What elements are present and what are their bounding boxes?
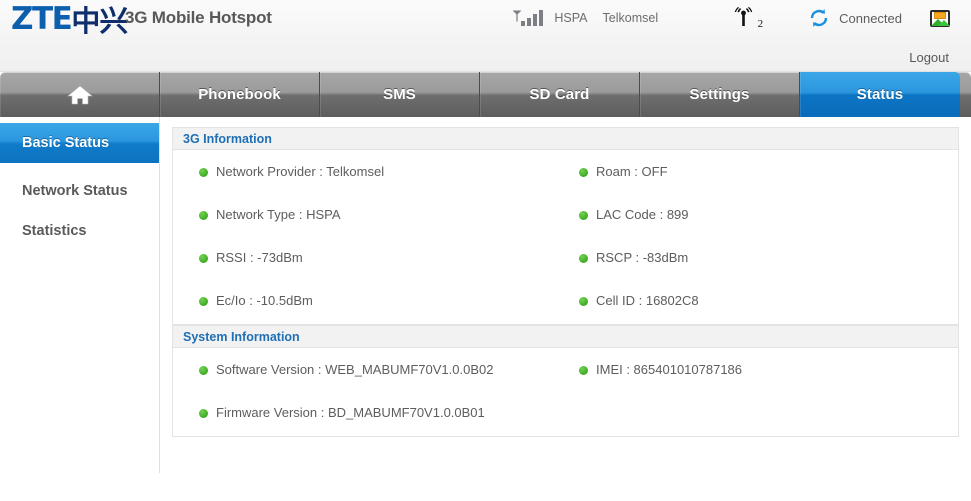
- logo-text-chinese: 中兴: [71, 4, 128, 38]
- connection-status-label: Connected: [839, 10, 902, 26]
- info-value: RSSI : -73dBm: [216, 250, 303, 265]
- status-bullet-icon: [579, 254, 588, 263]
- page-header: ZTE 中兴 3G Mobile Hotspot HSPA Telkomsel: [0, 0, 971, 72]
- info-software-version: Software Version : WEB_MABUMF70V1.0.0B02: [173, 362, 565, 405]
- tab-sdcard-label: SD Card: [529, 86, 590, 103]
- info-ecio: Ec/Io : -10.5dBm: [173, 293, 565, 314]
- sidebar-item-network-status[interactable]: Network Status: [0, 171, 159, 211]
- info-value: Network Type : HSPA: [216, 207, 341, 222]
- refresh-glyph: [810, 9, 828, 27]
- status-bullet-icon: [579, 297, 588, 306]
- info-row: Ec/Io : -10.5dBm Cell ID : 16802C8: [173, 293, 958, 314]
- sidebar-item-label: Statistics: [22, 223, 87, 239]
- page-body: Basic Status Network Status Statistics 3…: [0, 117, 971, 473]
- status-strip: HSPA Telkomsel 2 Connected: [512, 0, 971, 36]
- info-rssi: RSSI : -73dBm: [173, 250, 565, 293]
- status-bullet-icon: [199, 409, 208, 418]
- message-hill-right: [938, 19, 950, 26]
- tab-home[interactable]: [0, 72, 160, 117]
- panel-system-information: System Information Software Version : WE…: [172, 325, 959, 437]
- main-nav: Phonebook SMS SD Card Settings Status: [0, 72, 971, 117]
- tab-phonebook[interactable]: Phonebook: [160, 72, 320, 117]
- page-title: 3G Mobile Hotspot: [125, 8, 272, 27]
- info-imei: IMEI : 865401010787186: [565, 362, 958, 405]
- status-bullet-icon: [579, 211, 588, 220]
- panel-system-body: Software Version : WEB_MABUMF70V1.0.0B02…: [173, 348, 958, 436]
- sidebar-item-basic-status[interactable]: Basic Status: [0, 123, 159, 163]
- signal-bar-4: [539, 10, 544, 26]
- status-bullet-icon: [199, 366, 208, 375]
- info-empty: [565, 405, 958, 426]
- logout-button[interactable]: Logout: [909, 50, 949, 65]
- panel-3g-title: 3G Information: [183, 131, 272, 146]
- tab-status-label: Status: [856, 86, 904, 103]
- operator-label: Telkomsel: [602, 11, 659, 25]
- status-bullet-icon: [199, 254, 208, 263]
- info-value: IMEI : 865401010787186: [596, 362, 743, 377]
- panel-3g-body: Network Provider : Telkomsel Roam : OFF …: [173, 150, 958, 324]
- tab-settings-label: Settings: [689, 86, 750, 103]
- tab-sdcard[interactable]: SD Card: [480, 72, 640, 117]
- status-bullet-icon: [199, 211, 208, 220]
- info-row: RSSI : -73dBm RSCP : -83dBm: [173, 250, 958, 293]
- status-bullet-icon: [199, 297, 208, 306]
- sidebar-item-label: Network Status: [22, 183, 128, 199]
- tab-sms[interactable]: SMS: [320, 72, 480, 117]
- info-value: Firmware Version : BD_MABUMF70V1.0.0B01: [216, 405, 485, 420]
- panel-system-header: System Information: [173, 326, 958, 348]
- access-point-icon: 2: [732, 6, 764, 30]
- zte-logo: ZTE 中兴: [11, 1, 128, 38]
- panel-3g-information: 3G Information Network Provider : Telkom…: [172, 127, 959, 325]
- message-icon[interactable]: [930, 9, 950, 27]
- sidebar: Basic Status Network Status Statistics: [0, 117, 160, 473]
- info-firmware-version: Firmware Version : BD_MABUMF70V1.0.0B01: [173, 405, 565, 426]
- logo-text-zte: ZTE: [11, 1, 73, 37]
- signal-bar-1: [521, 21, 526, 26]
- info-value: Cell ID : 16802C8: [596, 293, 699, 308]
- status-bullet-icon: [579, 168, 588, 177]
- info-value: LAC Code : 899: [596, 207, 689, 222]
- status-bullet-icon: [199, 168, 208, 177]
- status-bullet-icon: [579, 366, 588, 375]
- signal-bar-2: [527, 18, 532, 26]
- access-point-glyph: [734, 6, 753, 26]
- message-envelope: [934, 11, 946, 19]
- home-icon: [66, 85, 93, 104]
- tab-sms-label: SMS: [383, 86, 416, 103]
- info-cell-id: Cell ID : 16802C8: [565, 293, 958, 314]
- info-value: RSCP : -83dBm: [596, 250, 689, 265]
- info-network-type: Network Type : HSPA: [173, 207, 565, 250]
- info-roam: Roam : OFF: [565, 164, 958, 207]
- info-value: Roam : OFF: [596, 164, 668, 179]
- content-area: 3G Information Network Provider : Telkom…: [160, 117, 971, 473]
- tab-settings[interactable]: Settings: [640, 72, 800, 117]
- panel-system-title: System Information: [183, 329, 300, 344]
- info-value: Network Provider : Telkomsel: [216, 164, 385, 179]
- signal-bars-icon: [512, 9, 544, 27]
- access-point-client-count: 2: [757, 18, 764, 30]
- refresh-icon[interactable]: [808, 7, 830, 29]
- info-row: Network Provider : Telkomsel Roam : OFF: [173, 164, 958, 207]
- info-value: Ec/Io : -10.5dBm: [216, 293, 313, 308]
- sidebar-item-label: Basic Status: [22, 135, 110, 151]
- info-value: Software Version : WEB_MABUMF70V1.0.0B02: [216, 362, 494, 377]
- panel-3g-header: 3G Information: [173, 128, 958, 150]
- info-lac-code: LAC Code : 899: [565, 207, 958, 250]
- info-row: Software Version : WEB_MABUMF70V1.0.0B02…: [173, 362, 958, 405]
- info-network-provider: Network Provider : Telkomsel: [173, 164, 565, 207]
- tab-status[interactable]: Status: [800, 72, 960, 117]
- info-row: Network Type : HSPA LAC Code : 899: [173, 207, 958, 250]
- signal-bar-3: [533, 14, 538, 26]
- info-row: Firmware Version : BD_MABUMF70V1.0.0B01: [173, 405, 958, 426]
- info-rscp: RSCP : -83dBm: [565, 250, 958, 293]
- sidebar-item-statistics[interactable]: Statistics: [0, 211, 159, 251]
- tab-phonebook-label: Phonebook: [198, 86, 281, 103]
- network-tech-label: HSPA: [554, 11, 588, 25]
